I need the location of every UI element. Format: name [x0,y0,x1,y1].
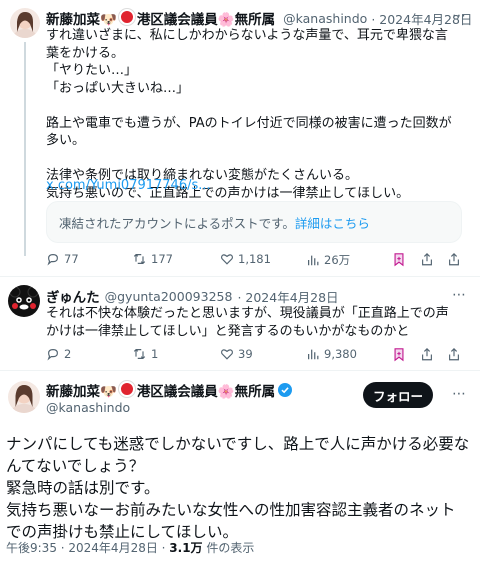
reply-count: 2 [64,347,72,361]
views-icon [308,349,319,360]
like-button[interactable]: 1,181 [220,252,271,266]
retweet-count: 1 [151,347,159,361]
bookmark-icon[interactable] [392,252,406,267]
tweet1-actions: 77 177 1,181 26万 [46,252,460,268]
reply-header: ぎゅんた @gyunta200093258 · 2024年4月28日 [46,286,446,307]
author-name[interactable]: ぎゅんた [46,286,100,306]
heart-icon [221,349,233,360]
author-name[interactable]: 新藤加菜🐶 港区議会議員🌸無所属 [46,8,275,28]
notice-text: 凍結されたアカウントによるポストです。 [59,215,295,231]
divider [0,276,480,277]
reply-button[interactable]: 2 [46,347,71,361]
more-options-icon[interactable]: ⋯ [452,386,466,402]
reply-icon [47,349,58,361]
retweet-button[interactable]: 1 [132,347,158,361]
follow-button[interactable]: フォロー [363,382,433,408]
author-handle[interactable]: @gyunta200093258 [105,289,233,304]
reply-text: それは不快な体験だったと思いますが、現役議員が「正直路上での声かけは一律禁止して… [46,306,449,339]
share-icon[interactable] [420,347,434,362]
main-tweet-text: ナンパにしても迷惑でしかないですし、路上で人に声かける必要なんてないでしょう？ … [6,435,470,541]
tweet1-link[interactable]: x.com/Yumi07917746/s... [46,177,346,195]
share-alt-icon[interactable] [447,252,461,267]
bookmark-icon[interactable] [392,347,406,362]
share-alt-icon[interactable] [447,347,461,362]
heart-icon [221,254,233,265]
like-count: 39 [238,347,253,361]
dog-icon: 🐶 [100,12,117,28]
views-count: 3.1万 [169,541,203,555]
views-count: 26万 [324,253,351,267]
reply-count: 77 [64,252,79,266]
views-button[interactable]: 26万 [306,252,350,268]
avatar[interactable] [10,8,40,38]
views-icon [308,255,319,266]
main-tweet-meta: 午後9:35 · 2024年4月28日 · 3.1万 件の表示 [6,539,254,556]
reply-actions: 2 1 39 9,380 [46,347,460,363]
japan-flag-icon [118,9,135,25]
avatar[interactable] [8,285,40,317]
tweet1-header: 新藤加菜🐶 港区議会議員🌸無所属 @kanashindo · 2024年4月28日 [46,8,472,28]
share-icon[interactable] [420,252,434,267]
retweet-icon [133,253,146,265]
more-options-icon[interactable]: ⋯ [452,8,466,24]
flower-icon: 🌸 [217,384,235,400]
avatar[interactable] [8,381,40,413]
reply-icon [47,254,58,266]
verified-badge-icon [278,383,293,397]
dog-icon: 🐶 [100,384,117,400]
main-author-handle[interactable]: @kanashindo [46,400,130,415]
like-count: 1,181 [238,252,271,266]
views-count: 9,380 [324,347,357,361]
like-button[interactable]: 39 [220,347,253,361]
retweet-icon [133,348,146,360]
main-author-name[interactable]: 新藤加菜🐶 港区議会議員🌸無所属 [46,381,293,400]
japan-flag-icon [118,381,135,397]
views-button[interactable]: 9,380 [306,347,357,361]
notice-details-link[interactable]: 詳細はこちら [295,213,370,232]
retweet-button[interactable]: 177 [132,252,173,266]
more-options-icon[interactable]: ⋯ [452,287,466,303]
reply-button[interactable]: 77 [46,252,79,266]
views-label: 件の表示 [202,541,255,555]
tweet-date[interactable]: · 2024年4月28日 [237,287,338,306]
suspended-account-notice: 凍結されたアカウントによるポストです。 詳細はこちら [46,201,462,243]
flower-icon: 🌸 [217,12,235,28]
author-handle[interactable]: @kanashindo [283,11,367,26]
divider [0,370,480,371]
retweet-count: 177 [151,252,173,266]
tweet1-text: すれ違いざまに、私にしかわからないような声量で、耳元で卑猥な言葉をかける。 「ヤ… [46,28,452,201]
tweet-time[interactable]: 午後9:35 · 2024年4月28日 · [6,541,169,555]
thread-line [24,42,26,256]
